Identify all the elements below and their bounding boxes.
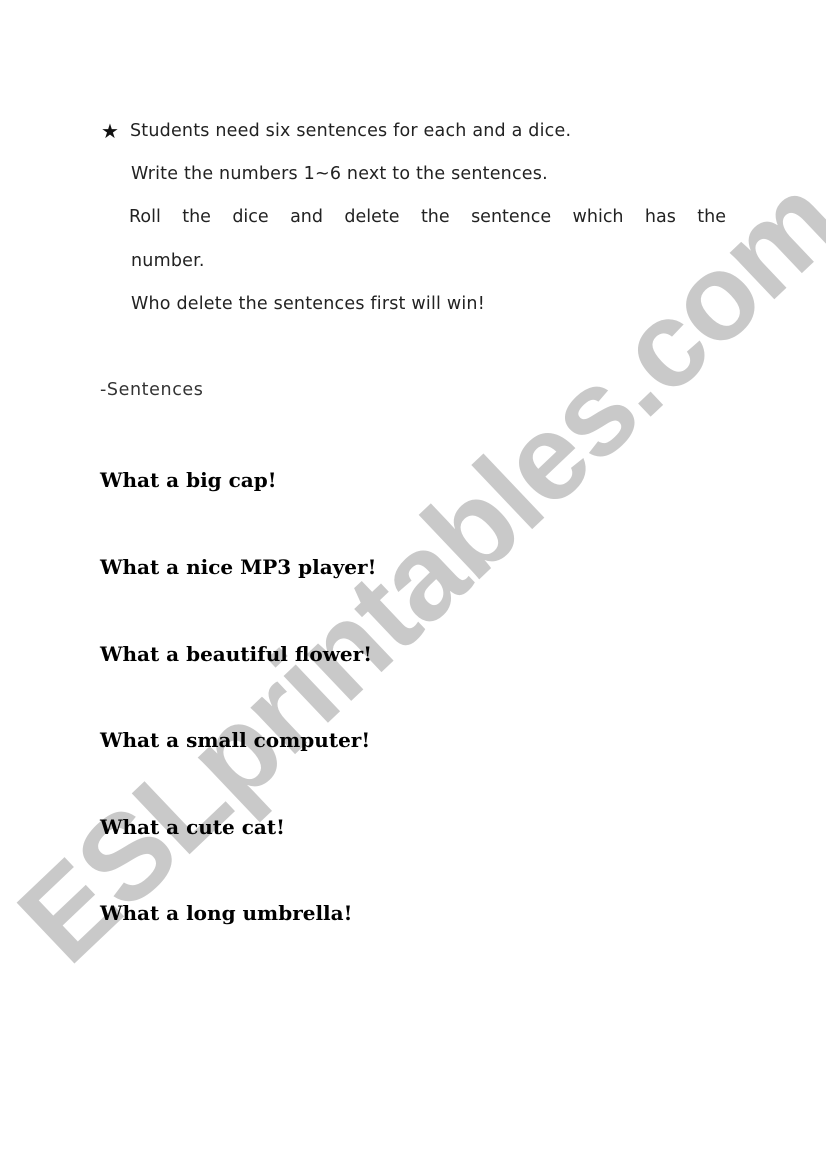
instruction-word: delete — [344, 207, 400, 227]
sentence-item: What a small computer! — [100, 728, 371, 752]
instruction-word: and — [290, 207, 324, 227]
section-label: -Sentences — [100, 380, 204, 400]
worksheet-page: ESLprintables.com ★ Students need six se… — [0, 0, 826, 1169]
instruction-word: the — [420, 207, 450, 227]
sentence-item: What a beautiful flower! — [100, 642, 372, 666]
sentence-item: What a nice MP3 player! — [100, 555, 377, 579]
instruction-word: the — [182, 207, 211, 227]
instruction-word: the — [697, 207, 726, 227]
instruction-word: Roll — [129, 207, 161, 227]
instruction-line-1: Students need six sentences for each and… — [130, 121, 572, 141]
sentence-item: What a cute cat! — [100, 815, 285, 839]
instruction-word: dice — [232, 207, 269, 227]
instruction-line-4: number. — [131, 251, 205, 271]
instruction-line-2: Write the numbers 1~6 next to the senten… — [131, 164, 548, 184]
black-star-icon: ★ — [101, 119, 119, 143]
sentence-item: What a big cap! — [100, 468, 277, 492]
instruction-line-5: Who delete the sentences first will win! — [131, 294, 485, 314]
instruction-word: sentence — [471, 207, 552, 227]
instruction-line-3: Roll the dice and delete the sentence which has t… — [129, 207, 726, 227]
sentence-item: What a long umbrella! — [100, 901, 353, 925]
instruction-word: which — [572, 207, 624, 227]
instruction-word: has — [644, 207, 676, 227]
worksheet-content: ★ Students need six sentences for each a… — [0, 0, 826, 1169]
